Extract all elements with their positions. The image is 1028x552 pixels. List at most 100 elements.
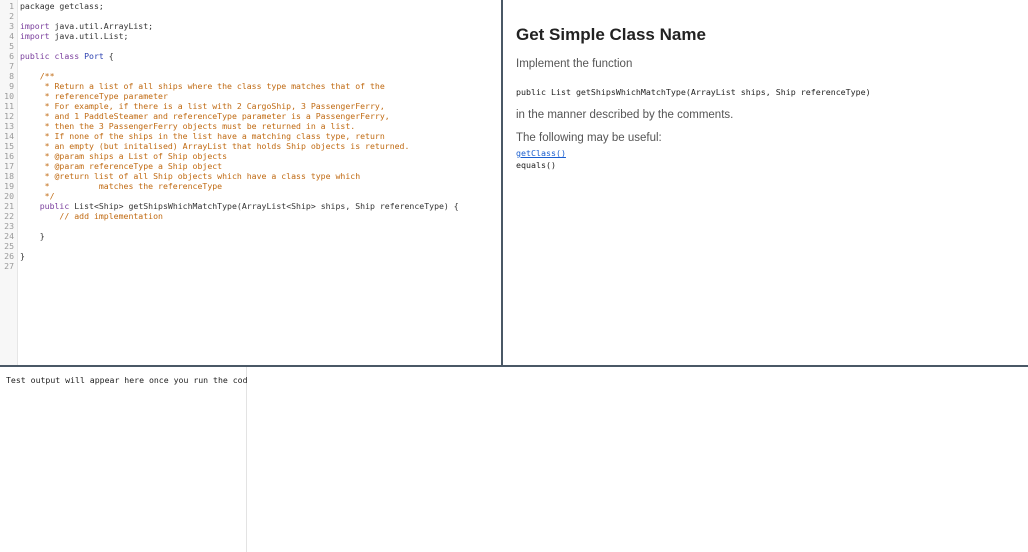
- code-token: List<Ship> getShipsWhichMatchType(ArrayL…: [74, 201, 459, 211]
- code-lines[interactable]: 1 package getclass; 2 3 import java.util.Arr…: [0, 1, 501, 271]
- line-code[interactable]: import java.util.ArrayList;: [20, 21, 153, 31]
- line-number: 22: [4, 211, 14, 221]
- code-token: {: [103, 51, 114, 61]
- line-code[interactable]: * @param referenceType a Ship object: [20, 161, 222, 171]
- code-line[interactable]: 3 import java.util.ArrayList;: [0, 21, 501, 31]
- line-code[interactable]: import java.util.List;: [20, 31, 128, 41]
- line-code[interactable]: public class Port {: [20, 51, 114, 61]
- line-code[interactable]: * If none of the ships in the list have …: [20, 131, 385, 141]
- line-code[interactable]: * @return list of all Ship objects which…: [20, 171, 360, 181]
- line-number: 2: [9, 11, 14, 21]
- manner-text: in the manner described by the comments.: [516, 109, 734, 121]
- code-line[interactable]: 22 // add implementation: [0, 211, 501, 221]
- line-code[interactable]: // add implementation: [20, 211, 163, 221]
- line-number: 24: [4, 231, 14, 241]
- code-token: package getclass;: [20, 1, 104, 11]
- code-token: * @param ships a List of Ship objects: [20, 151, 228, 161]
- line-code[interactable]: * @param ships a List of Ship objects: [20, 151, 227, 161]
- code-token: * then the 3 PassengerFerry objects must…: [20, 121, 356, 131]
- line-number: 16: [4, 151, 14, 161]
- line-number: 14: [4, 131, 14, 141]
- code-token: * matches the referenceType: [20, 181, 223, 191]
- code-token: * referenceType parameter: [20, 91, 168, 101]
- line-number: 17: [4, 161, 14, 171]
- problem-title: Get Simple Class Name: [516, 25, 706, 44]
- line-number: 19: [4, 181, 14, 191]
- line-number: 5: [9, 41, 14, 51]
- code-line[interactable]: 13 * then the 3 PassengerFerry objects m…: [0, 121, 501, 131]
- code-line[interactable]: 12 * and 1 PaddleSteamer and referenceTy…: [0, 111, 501, 121]
- line-code[interactable]: * referenceType parameter: [20, 91, 168, 101]
- code-token: public class: [20, 51, 85, 61]
- test-output-pane: Test output will appear here once you ru…: [0, 367, 252, 552]
- code-line[interactable]: 26}: [0, 251, 501, 261]
- code-token: }: [20, 231, 45, 241]
- line-code[interactable]: package getclass;: [20, 1, 104, 11]
- line-code[interactable]: */: [20, 191, 55, 201]
- useful-text: The following may be useful:: [516, 132, 662, 144]
- code-line[interactable]: 25: [0, 241, 501, 251]
- code-token: * Return a list of all ships where the c…: [20, 81, 385, 91]
- code-line[interactable]: 10 * referenceType parameter: [0, 91, 501, 101]
- test-output-message: Test output will appear here once you ru…: [6, 375, 253, 385]
- line-number: 26: [4, 251, 14, 261]
- line-number: 6: [9, 51, 14, 61]
- code-line[interactable]: 11 * For example, if there is a list wit…: [0, 101, 501, 111]
- code-line[interactable]: 4 import java.util.List;: [0, 31, 501, 41]
- code-line[interactable]: 21 public List<Ship> getShipsWhichMatchT…: [0, 201, 501, 211]
- getclass-link[interactable]: getClass(): [516, 148, 566, 158]
- code-line[interactable]: 18 * @return list of all Ship objects wh…: [0, 171, 501, 181]
- code-line[interactable]: 27: [0, 261, 501, 271]
- code-line[interactable]: 7: [0, 61, 501, 71]
- line-number: 25: [4, 241, 14, 251]
- code-token: * an empty (but initalised) ArrayList th…: [20, 141, 410, 151]
- line-number: 10: [4, 91, 14, 101]
- line-number: 13: [4, 121, 14, 131]
- line-code[interactable]: * matches the referenceType: [20, 181, 222, 191]
- line-code[interactable]: /**: [20, 71, 55, 81]
- code-line[interactable]: 9 * Return a list of all ships where the…: [0, 81, 501, 91]
- line-code[interactable]: * and 1 PaddleSteamer and referenceType …: [20, 111, 390, 121]
- code-line[interactable]: 20 */: [0, 191, 501, 201]
- code-token: * @return list of all Ship objects which…: [20, 171, 361, 181]
- function-signature: public List getShipsWhichMatchType(Array…: [516, 87, 871, 97]
- code-line[interactable]: 16 * @param ships a List of Ship objects: [0, 151, 501, 161]
- line-number: 21: [4, 201, 14, 211]
- line-number: 18: [4, 171, 14, 181]
- code-line[interactable]: 8 /**: [0, 71, 501, 81]
- code-line[interactable]: 2: [0, 11, 501, 21]
- code-token: * @param referenceType a Ship object: [20, 161, 223, 171]
- code-editor[interactable]: 1 package getclass; 2 3 import java.util.Arr…: [0, 0, 501, 365]
- line-number: 3: [9, 21, 14, 31]
- code-line[interactable]: 24 }: [0, 231, 501, 241]
- line-code[interactable]: * Return a list of all ships where the c…: [20, 81, 385, 91]
- code-line[interactable]: 15 * an empty (but initalised) ArrayList…: [0, 141, 501, 151]
- code-token: import: [20, 21, 50, 31]
- code-token: public: [20, 201, 75, 211]
- code-line[interactable]: 14 * If none of the ships in the list ha…: [0, 131, 501, 141]
- code-line[interactable]: 19 * matches the referenceType: [0, 181, 501, 191]
- line-code[interactable]: }: [20, 251, 25, 261]
- line-number: 9: [9, 81, 14, 91]
- code-line[interactable]: 5: [0, 41, 501, 51]
- line-code[interactable]: public List<Ship> getShipsWhichMatchType…: [20, 201, 459, 211]
- code-token: */: [20, 191, 55, 201]
- line-number: 1: [9, 1, 14, 11]
- line-number: 27: [4, 261, 14, 271]
- line-code[interactable]: }: [20, 231, 45, 241]
- equals-text: equals(): [516, 160, 556, 170]
- intro-text: Implement the function: [516, 58, 633, 70]
- line-code[interactable]: * then the 3 PassengerFerry objects must…: [20, 121, 356, 131]
- code-line[interactable]: 1 package getclass;: [0, 1, 501, 11]
- code-line[interactable]: 6 public class Port {: [0, 51, 501, 61]
- line-number: 15: [4, 141, 14, 151]
- line-code[interactable]: * For example, if there is a list with 2…: [20, 101, 385, 111]
- code-token: import: [20, 31, 50, 41]
- code-line[interactable]: 17 * @param referenceType a Ship object: [0, 161, 501, 171]
- code-token: }: [20, 251, 25, 261]
- code-line[interactable]: 23: [0, 221, 501, 231]
- line-number: 23: [4, 221, 14, 231]
- code-token: /**: [20, 71, 55, 81]
- line-code[interactable]: * an empty (but initalised) ArrayList th…: [20, 141, 410, 151]
- code-token: // add implementation: [20, 211, 163, 221]
